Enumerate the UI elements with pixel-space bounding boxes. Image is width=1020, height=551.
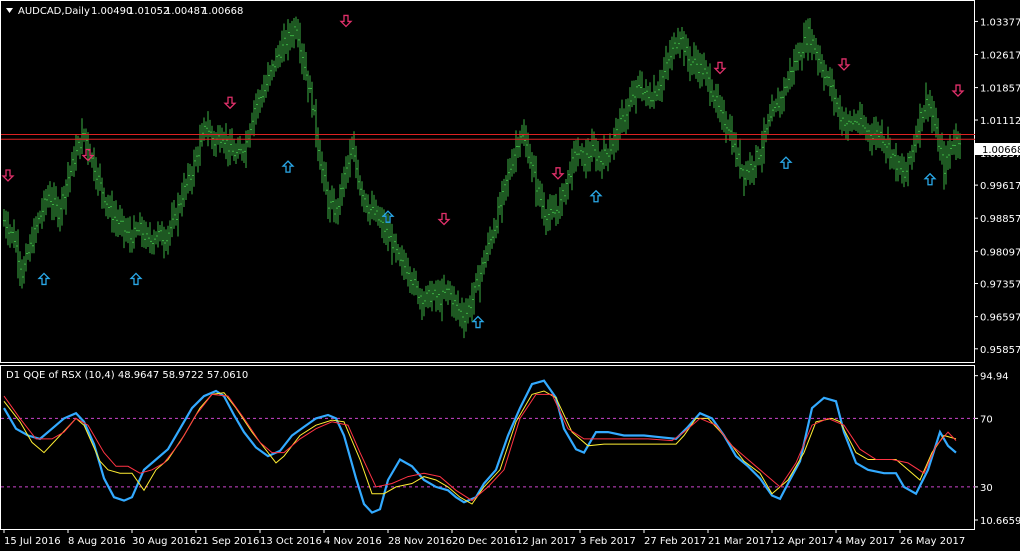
time-tick-label: 3 Feb 2017	[580, 536, 636, 547]
time-tick-label: 30 Aug 2016	[132, 536, 196, 547]
time-axis: 15 Jul 2016 8 Aug 2016 30 Aug 2016 21 Sep 2…	[3, 529, 965, 547]
time-tick-label: 21 Sep 2016	[196, 536, 259, 547]
time-tick-label: 26 May 2017	[900, 536, 965, 547]
time-tick-label: 13 Oct 2016	[260, 536, 322, 547]
price-tick-label: 1.03377	[980, 17, 1020, 28]
price-tick-label: 1.02617	[980, 51, 1020, 62]
ohlc-low: 1.00487	[165, 6, 206, 17]
qqe-axis: 94.94 70 30 10.6659	[975, 372, 1020, 527]
qqe-tick-label: 70	[980, 414, 993, 425]
price-tick-label: 0.97357	[980, 280, 1020, 291]
price-tick-label: 0.98857	[980, 214, 1020, 225]
price-tick-label: 0.98097	[980, 247, 1020, 258]
time-tick-label: 4 Nov 2016	[324, 536, 382, 547]
qqe-tick-label: 94.94	[980, 372, 1009, 383]
qqe-tick-label: 10.6659	[980, 516, 1020, 527]
indicator-panel	[0, 365, 975, 530]
time-tick-label: 12 Apr 2017	[772, 536, 834, 547]
price-tick-label: 1.01112	[980, 116, 1020, 127]
time-tick-label: 4 May 2017	[836, 536, 895, 547]
price-panel	[0, 0, 975, 363]
time-tick-label: 27 Feb 2017	[644, 536, 706, 547]
time-tick-label: 28 Nov 2016	[388, 536, 452, 547]
time-tick-label: 21 Mar 2017	[708, 536, 771, 547]
price-tick-label: 0.99617	[980, 181, 1020, 192]
ohlc-high: 1.01052	[128, 6, 169, 17]
price-tick-label: 0.95857	[980, 345, 1020, 356]
indicator-title: D1 QQE of RSX (10,4) 48.9647 58.9722 57.…	[6, 370, 248, 381]
qqe-tick-label: 30	[980, 483, 993, 494]
current-price-label: 1.00668	[982, 145, 1020, 156]
price-tick-label: 0.96597	[980, 313, 1020, 324]
time-tick-label: 8 Aug 2016	[68, 536, 126, 547]
price-axis: 1.033771.026171.018571.011121.003570.996…	[975, 17, 1020, 356]
ohlc-close: 1.00668	[202, 6, 243, 17]
time-tick-label: 20 Dec 2016	[452, 536, 516, 547]
ohlc-open: 1.00490	[91, 6, 132, 17]
chart-canvas: 1.033771.026171.018571.011121.003570.996…	[0, 0, 1020, 547]
symbol-title: AUDCAD,Daily	[18, 6, 90, 17]
time-tick-label: 15 Jul 2016	[4, 536, 61, 547]
time-tick-label: 12 Jan 2017	[516, 536, 576, 547]
price-tick-label: 1.01857	[980, 84, 1020, 95]
